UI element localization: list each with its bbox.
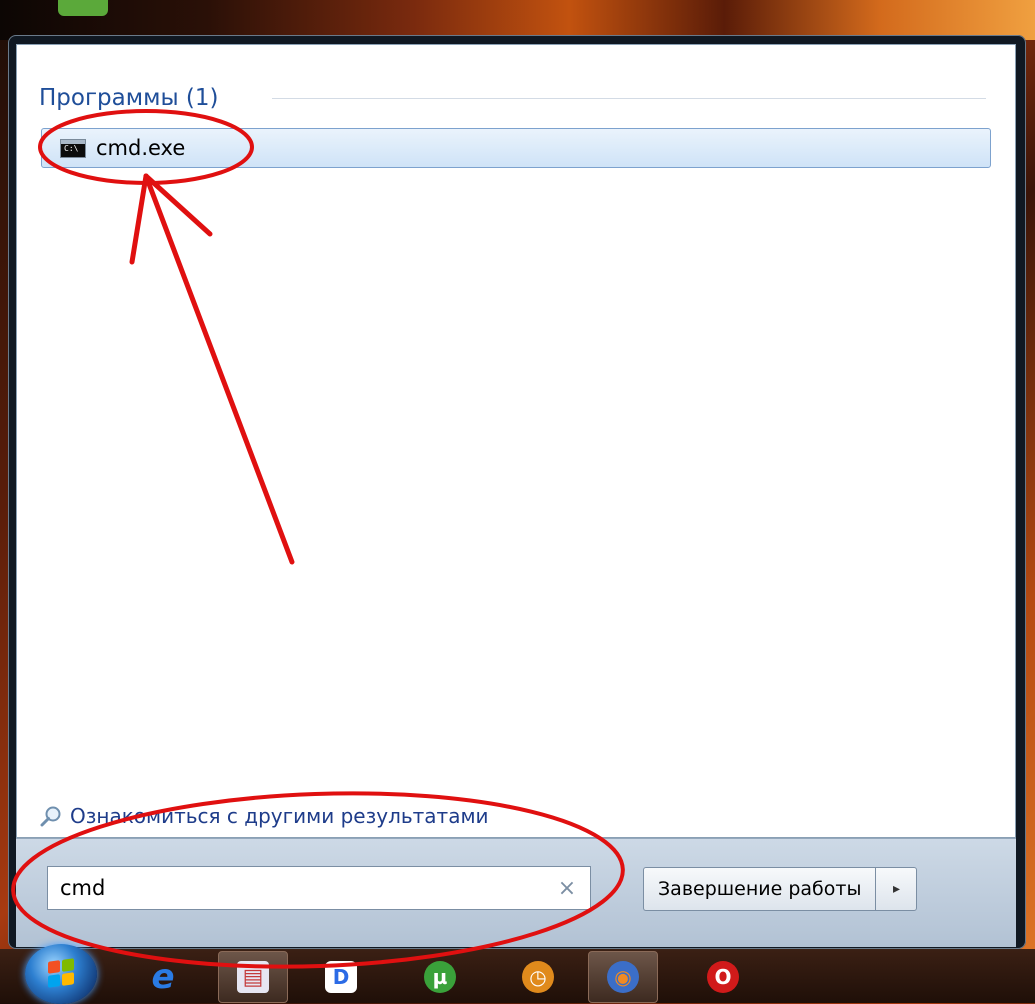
d-app-icon: D: [325, 961, 357, 993]
search-results-pane: Программы (1) cmd.exe: [16, 44, 1016, 838]
programs-section-header: Программы (1): [39, 85, 219, 111]
clock-app-icon: ◷: [522, 961, 554, 993]
search-box: ×: [47, 866, 591, 910]
clear-search-icon[interactable]: ×: [552, 876, 582, 901]
firefox-icon: ◉: [607, 961, 639, 993]
search-input[interactable]: [48, 867, 552, 909]
shutdown-options-arrow-icon[interactable]: ▸: [875, 867, 918, 911]
taskbar-button-utorrent[interactable]: µ: [405, 951, 475, 1003]
taskbar-button-firefox[interactable]: ◉: [588, 951, 658, 1003]
section-divider: [272, 98, 986, 99]
taskbar-button-ie[interactable]: e: [128, 951, 198, 1003]
taskbar-button-clock[interactable]: ◷: [503, 951, 573, 1003]
utorrent-icon: µ: [424, 961, 456, 993]
taskbar-button-opera[interactable]: O: [688, 951, 758, 1003]
windows-logo-icon: [48, 958, 74, 988]
result-item-label: cmd.exe: [96, 136, 186, 160]
shutdown-button[interactable]: Завершение работы: [643, 867, 876, 911]
result-item-cmd[interactable]: cmd.exe: [41, 128, 991, 168]
taskbar-button-notepad[interactable]: ▤: [218, 951, 288, 1003]
internet-explorer-icon: e: [151, 957, 175, 997]
taskbar-button-d-app[interactable]: D: [306, 951, 376, 1003]
search-icon: [40, 805, 62, 827]
more-results-label: Ознакомиться с другими результатами: [70, 804, 489, 828]
desktop-wallpaper: [0, 0, 1035, 40]
desktop-widget: [58, 0, 108, 16]
opera-icon: O: [707, 961, 739, 993]
notepad-app-icon: ▤: [237, 961, 269, 993]
shutdown-group: Завершение работы ▸: [643, 867, 918, 911]
more-results-link[interactable]: Ознакомиться с другими результатами: [40, 802, 489, 830]
command-prompt-icon: [60, 138, 86, 158]
